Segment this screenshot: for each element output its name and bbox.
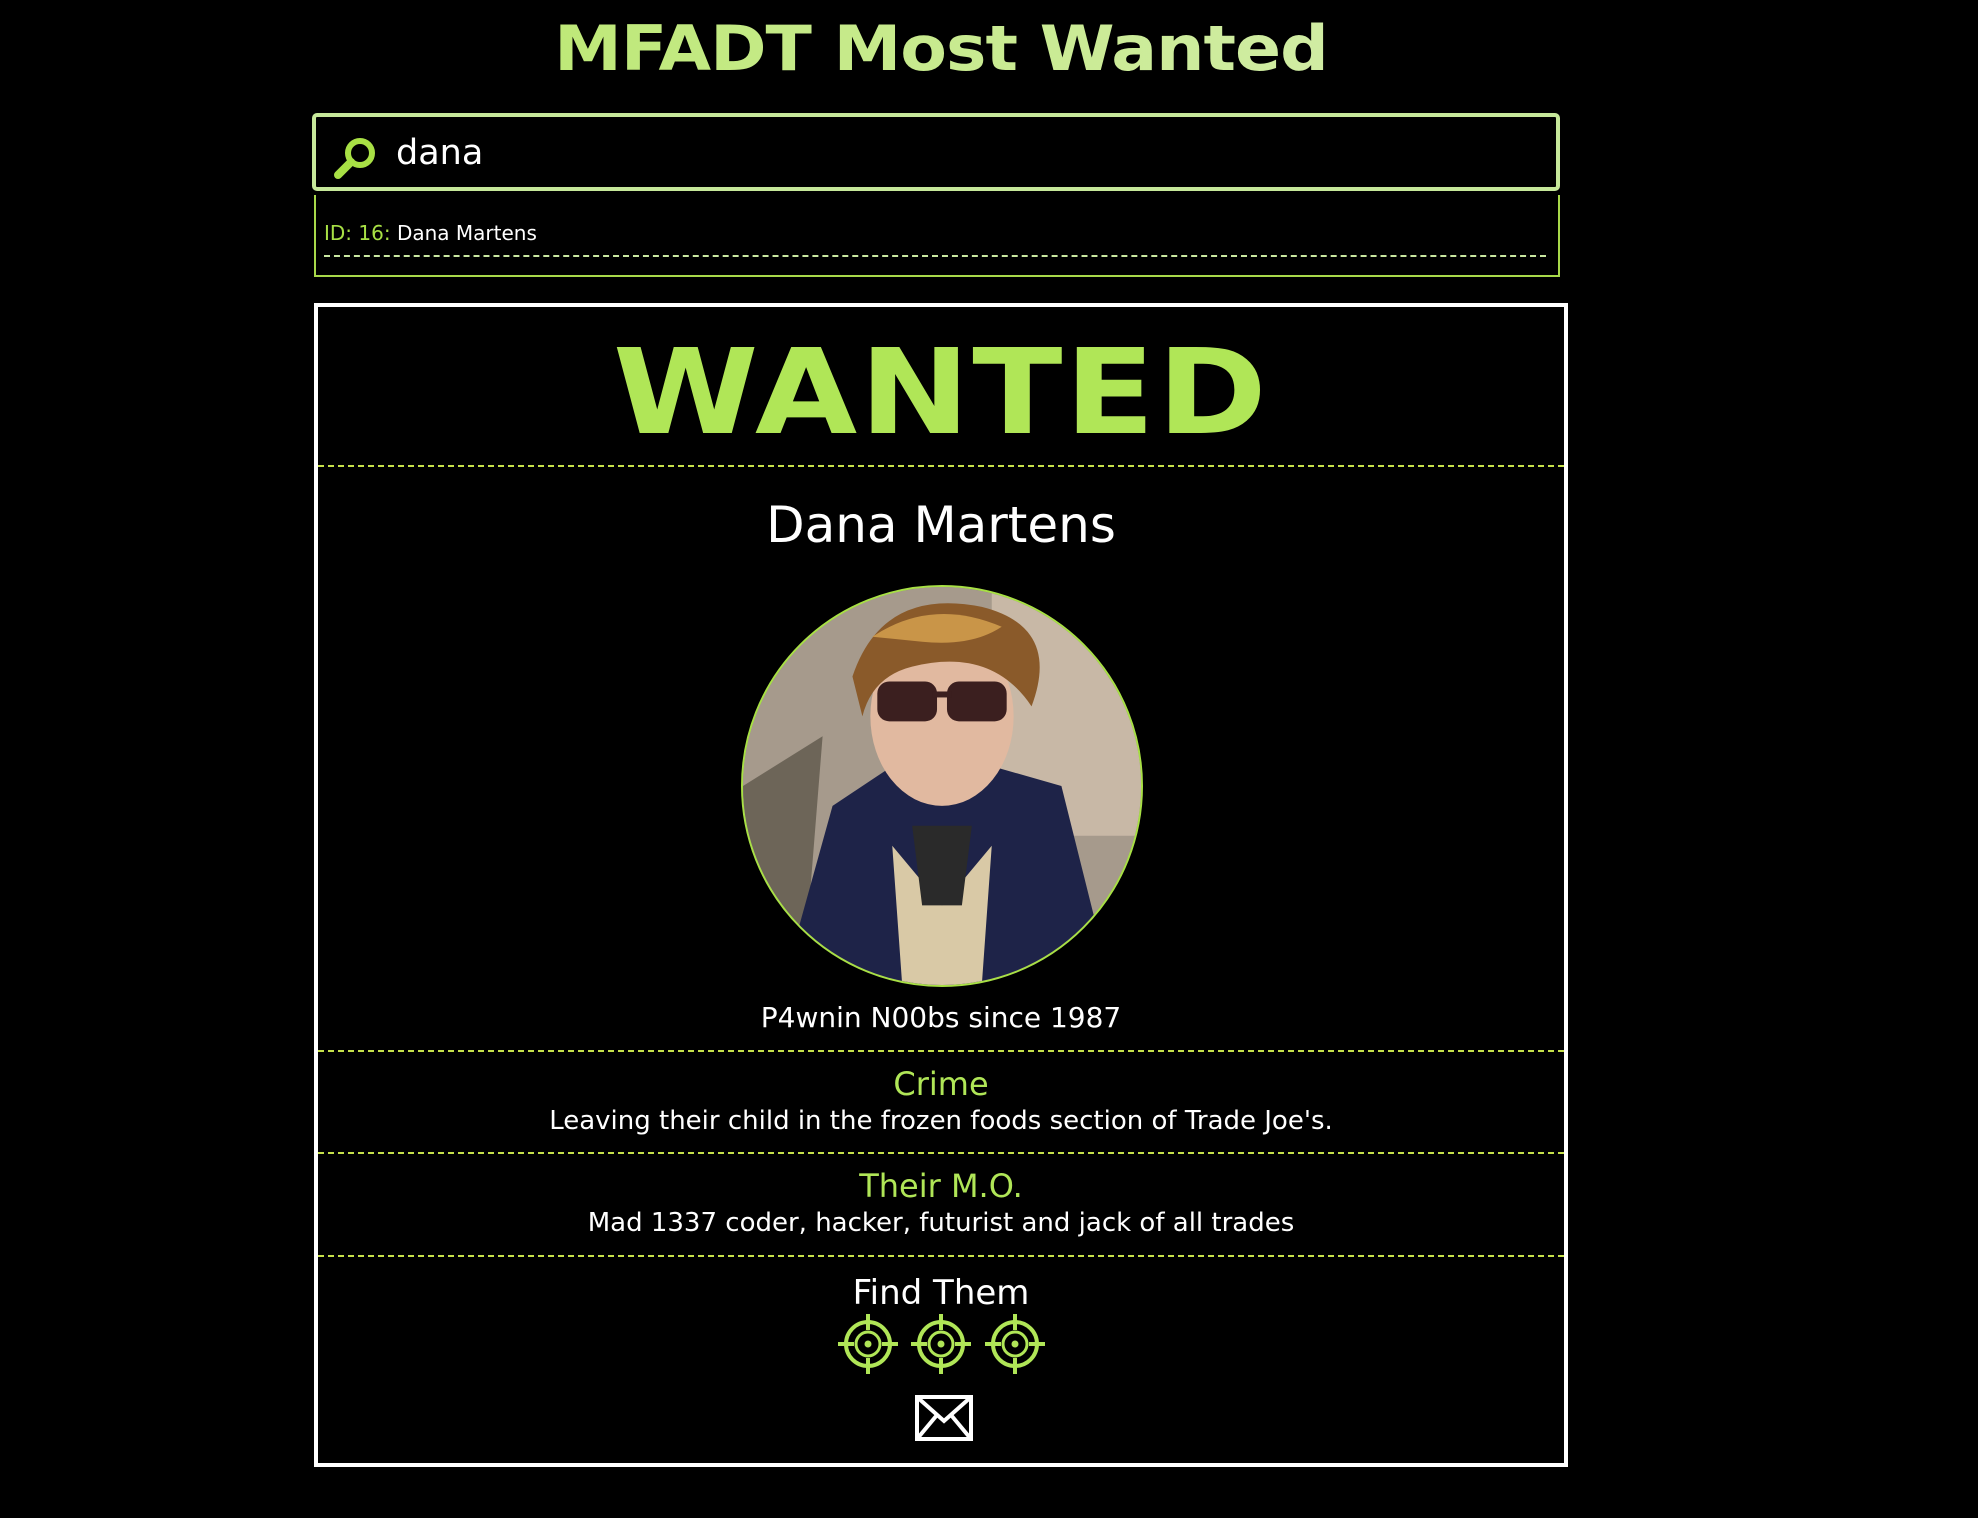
target-icon[interactable]: [983, 1312, 1047, 1376]
result-id: ID: 16:: [324, 221, 391, 245]
wanted-card: WANTED Dana Martens P4wnin N00bs since 1…: [314, 303, 1568, 1467]
avatar: [741, 585, 1143, 987]
result-name: Dana Martens: [396, 221, 537, 245]
crime-text: Leaving their child in the frozen foods …: [549, 1106, 1333, 1136]
divider: [318, 465, 1564, 467]
avatar-photo: [743, 587, 1141, 985]
search-input[interactable]: [396, 125, 1536, 181]
target-icon[interactable]: [909, 1312, 973, 1376]
divider: [318, 1050, 1564, 1052]
tagline: P4wnin N00bs since 1987: [760, 1001, 1122, 1034]
divider: [318, 1255, 1564, 1257]
social-links: [836, 1312, 1056, 1376]
mo-text: Mad 1337 coder, hacker, futurist and jac…: [587, 1208, 1295, 1238]
divider: [318, 1152, 1564, 1154]
search-results: ID: 16: Dana Martens: [314, 195, 1560, 277]
person-name: Dana Martens: [766, 496, 1116, 554]
search-result-item[interactable]: ID: 16: Dana Martens: [324, 221, 1546, 257]
mo-label: Their M.O.: [859, 1167, 1023, 1205]
find-them-label: Find Them: [852, 1273, 1030, 1313]
page: MFADT Most Wanted ID: 16: Dana Martens W…: [0, 0, 1978, 1518]
search-icon: [334, 138, 375, 179]
crime-label: Crime: [893, 1065, 989, 1103]
envelope-icon[interactable]: [915, 1395, 973, 1441]
target-icon[interactable]: [836, 1312, 900, 1376]
search-box[interactable]: [312, 113, 1560, 191]
wanted-heading: WANTED: [612, 323, 1270, 461]
site-title: MFADT Most Wanted: [0, 15, 1882, 85]
